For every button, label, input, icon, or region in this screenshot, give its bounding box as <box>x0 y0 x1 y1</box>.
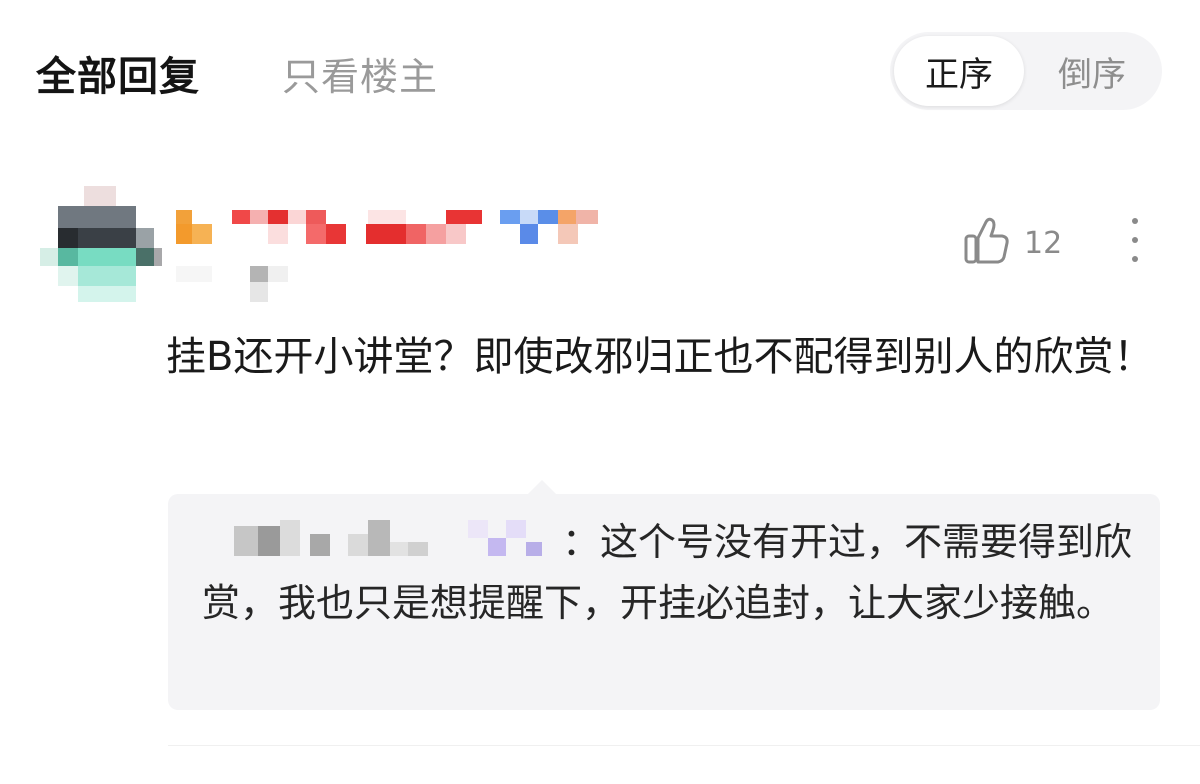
thumbs-up-icon[interactable] <box>964 216 1010 264</box>
like-count: 12 <box>1024 226 1063 261</box>
tab-only-op[interactable]: 只看楼主 <box>282 46 438 101</box>
comment-text: 挂B还开小讲堂？即使改邪归正也不配得到别人的欣赏！ <box>166 334 1154 380</box>
reply-text: ：这个号没有开过，不需要得到欣赏，我也只是想提醒下，开挂必追封，让大家少接触。 <box>202 512 1142 634</box>
more-vertical-icon[interactable] <box>1128 216 1142 264</box>
reply-content: ：这个号没有开过，不需要得到欣赏，我也只是想提醒下，开挂必追封，让大家少接触。 <box>202 520 1133 625</box>
username[interactable] <box>170 204 610 304</box>
sort-ascending-button[interactable]: 正序 <box>894 36 1024 106</box>
avatar[interactable] <box>36 186 162 312</box>
sort-toggle: 正序 倒序 <box>890 32 1162 110</box>
reply-list-page: 全部回复 只看楼主 正序 倒序 12 挂B还开小讲堂？即使改邪归正也不配得到别人… <box>0 0 1200 784</box>
sort-descending-button[interactable]: 倒序 <box>1026 36 1158 106</box>
divider <box>168 745 1200 746</box>
reply-box[interactable]: ：这个号没有开过，不需要得到欣赏，我也只是想提醒下，开挂必追封，让大家少接触。 <box>168 494 1160 710</box>
reply-pointer <box>528 480 556 494</box>
tab-all-replies[interactable]: 全部回复 <box>36 44 200 102</box>
